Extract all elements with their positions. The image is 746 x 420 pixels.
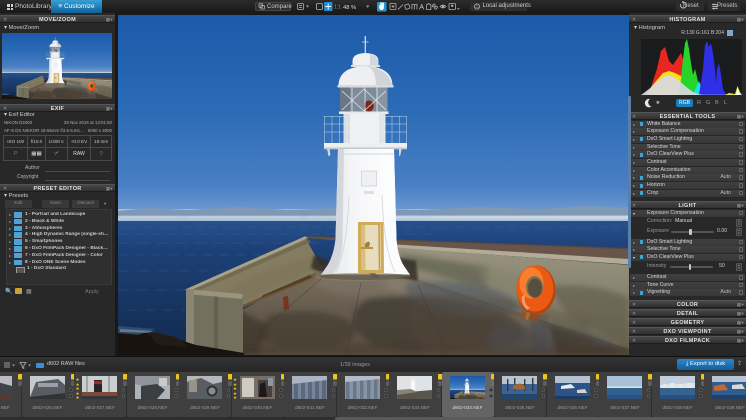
svg-text:48 %: 48 %	[343, 5, 356, 11]
svg-text:1:1: 1:1	[334, 5, 341, 11]
